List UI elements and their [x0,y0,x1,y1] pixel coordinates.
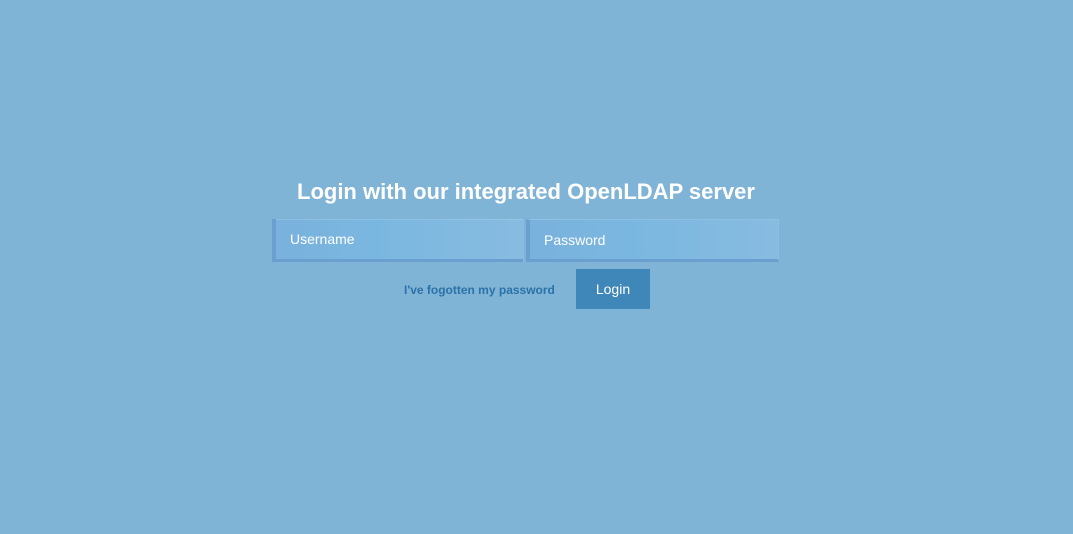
username-input[interactable] [272,219,523,262]
login-button[interactable]: Login [576,269,650,309]
password-input[interactable] [526,219,779,262]
page-title: Login with our integrated OpenLDAP serve… [297,179,755,204]
forgot-password-link[interactable]: I've fogotten my password [404,283,555,297]
